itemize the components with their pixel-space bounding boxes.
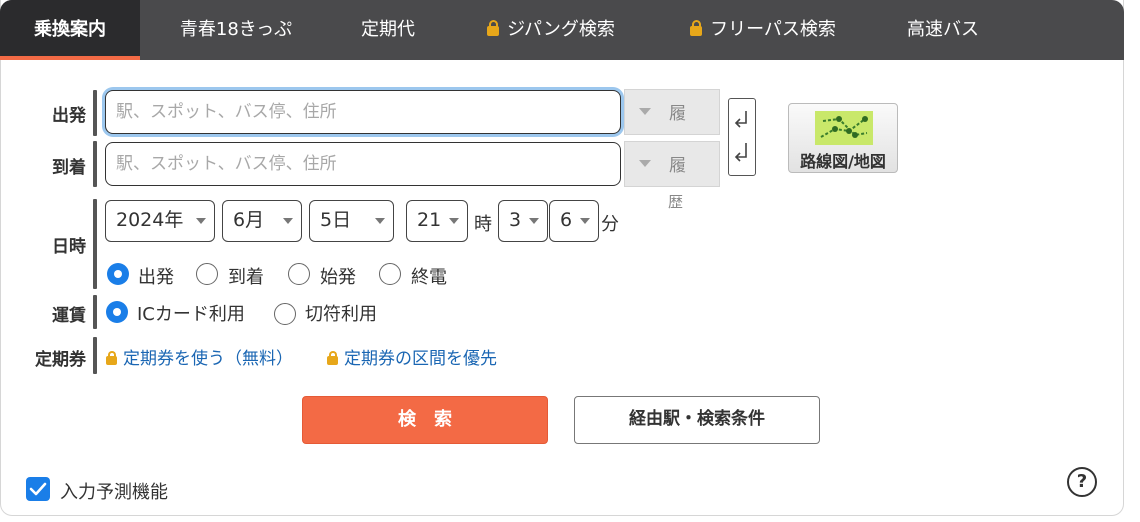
pass-label: 定期券 (35, 350, 86, 370)
lock-icon (487, 20, 500, 36)
tab-commuter-fare[interactable]: 定期代 (340, 0, 436, 60)
dropdown-arrow-icon (580, 218, 590, 224)
arrival-label: 到着 (52, 158, 86, 178)
tab-bar: 乗換案内 青春18きっぷ 定期代 ジパング検索 フリーパス検索 高速バス (0, 0, 1124, 60)
dropdown-arrow-icon (449, 218, 459, 224)
dropdown-arrow-icon (529, 218, 539, 224)
route-map-label: 路線図/地図 (800, 152, 886, 171)
via-station-conditions-button[interactable]: 経由駅・検索条件 (574, 396, 820, 444)
mode-first-train-label: 始発 (320, 267, 356, 288)
datetime-row-marker (93, 199, 97, 289)
radio-mode-last-train[interactable] (379, 263, 401, 285)
arrival-history-button[interactable]: 履 (624, 141, 720, 187)
tab-label: 定期代 (361, 19, 415, 40)
departure-row-marker (93, 90, 97, 136)
minute-ones-select[interactable]: 6 (549, 200, 599, 242)
radio-mode-first-train[interactable] (288, 263, 310, 285)
lock-icon (106, 351, 117, 365)
autocomplete-checkbox[interactable] (26, 477, 50, 501)
history-label: 履 (669, 104, 686, 124)
tab-highway-bus[interactable]: 高速バス (888, 0, 998, 60)
day-select[interactable]: 5日 (309, 200, 394, 242)
tab-label: フリーパス検索 (710, 19, 836, 40)
route-map-button[interactable]: 路線図/地図 (788, 103, 898, 173)
radio-mode-departure[interactable] (107, 263, 129, 285)
year-select[interactable]: 2024年 (105, 200, 215, 242)
year-value: 2024年 (116, 209, 184, 231)
hour-unit: 時 (474, 214, 492, 235)
fare-ticket-label: 切符利用 (305, 304, 377, 325)
minute-tens-value: 3 (509, 209, 522, 231)
lock-icon (690, 20, 703, 36)
hour-select[interactable]: 21 (406, 200, 468, 242)
prioritize-pass-section-link[interactable]: 定期券の区間を優先 (327, 344, 497, 369)
pass-row-marker (93, 337, 97, 374)
arrival-row-marker (93, 141, 97, 187)
minute-ones-value: 6 (560, 209, 573, 231)
month-select[interactable]: 6月 (222, 200, 302, 242)
lock-icon (327, 351, 338, 365)
day-value: 5日 (320, 209, 352, 231)
tab-zipangu-search[interactable]: ジパング検索 (468, 0, 634, 60)
prioritize-pass-section-text: 定期券の区間を優先 (344, 349, 497, 369)
search-button[interactable]: 検 索 (302, 396, 548, 444)
dropdown-arrow-icon (639, 108, 651, 115)
use-commuter-pass-text: 定期券を使う（無料） (123, 349, 293, 369)
mode-arrival-label: 到着 (228, 267, 264, 288)
tab-label: 乗換案内 (34, 19, 106, 40)
tab-label: ジパング検索 (507, 19, 615, 40)
autocomplete-label: 入力予測機能 (60, 482, 168, 503)
help-icon[interactable]: ? (1067, 467, 1097, 497)
dropdown-arrow-icon (375, 218, 385, 224)
minute-tens-select[interactable]: 3 (498, 200, 548, 242)
search-panel (0, 0, 1124, 516)
tab-label: 高速バス (907, 19, 979, 40)
route-map-icon (815, 111, 873, 145)
departure-input[interactable] (105, 90, 621, 134)
tab-label: 青春18きっぷ (179, 19, 293, 40)
dropdown-arrow-icon (639, 160, 651, 167)
history-overflow-text: 歴 (668, 193, 684, 211)
minute-unit: 分 (601, 214, 619, 235)
hour-value: 21 (417, 209, 442, 231)
mode-last-train-label: 終電 (411, 267, 447, 288)
mode-departure-label: 出発 (138, 267, 174, 288)
dropdown-arrow-icon (283, 218, 293, 224)
tab-free-pass-search[interactable]: フリーパス検索 (670, 0, 856, 60)
datetime-label: 日時 (52, 237, 86, 257)
swap-arrows-icon (734, 111, 747, 162)
fare-ic-card-label: ICカード利用 (137, 304, 245, 325)
radio-fare-ic-card[interactable] (106, 301, 128, 323)
use-commuter-pass-link[interactable]: 定期券を使う（無料） (106, 344, 293, 369)
radio-fare-ticket[interactable] (274, 303, 296, 325)
tab-seishun18[interactable]: 青春18きっぷ (150, 0, 322, 60)
history-label: 履 (669, 156, 686, 176)
fare-label: 運賃 (52, 306, 86, 326)
swap-stations-button[interactable] (728, 98, 756, 176)
fare-row-marker (93, 295, 97, 329)
radio-mode-arrival[interactable] (196, 263, 218, 285)
departure-history-button[interactable]: 履 (624, 89, 720, 135)
checkmark-icon (29, 482, 47, 496)
arrival-input[interactable] (105, 142, 621, 186)
tab-transfer-guide[interactable]: 乗換案内 (0, 0, 140, 60)
month-value: 6月 (233, 209, 265, 231)
departure-label: 出発 (52, 106, 86, 126)
dropdown-arrow-icon (196, 218, 206, 224)
